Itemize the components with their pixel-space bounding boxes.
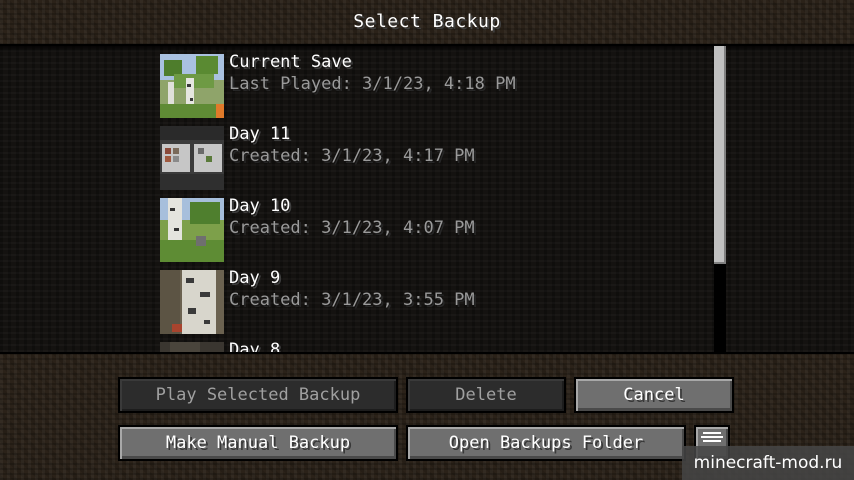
backup-name: Day 8 — [229, 340, 281, 354]
backup-name: Day 10 — [229, 196, 291, 216]
backup-name: Day 11 — [229, 124, 291, 144]
thumbnail-birch-grass-icon — [160, 198, 224, 262]
backup-row-day-11[interactable]: Day 11 Created: 3/1/23, 4:17 PM — [158, 118, 708, 190]
delete-button[interactable]: Delete — [406, 377, 566, 413]
thumbnail-dark-cave-icon — [160, 342, 224, 352]
backup-name: Day 9 — [229, 268, 281, 288]
backup-name: Current Save — [229, 52, 352, 72]
backup-date: Created: 3/1/23, 3:55 PM — [229, 290, 475, 310]
play-selected-backup-button[interactable]: Play Selected Backup — [118, 377, 398, 413]
thumbnail-birch-closeup-icon — [160, 270, 224, 334]
watermark: minecraft-mod.ru — [682, 446, 854, 480]
open-backups-folder-button[interactable]: Open Backups Folder — [406, 425, 686, 461]
backup-row-day-8[interactable]: Day 8 — [158, 334, 708, 354]
backup-date: Created: 3/1/23, 4:07 PM — [229, 218, 475, 238]
backup-date: Created: 3/1/23, 4:17 PM — [229, 146, 475, 166]
thumbnail-forest-birch-icon — [160, 54, 224, 118]
backup-row-current-save[interactable]: Current Save Last Played: 3/1/23, 4:18 P… — [158, 46, 708, 118]
make-manual-backup-button[interactable]: Make Manual Backup — [118, 425, 398, 461]
backup-row-day-9[interactable]: Day 9 Created: 3/1/23, 3:55 PM — [158, 262, 708, 334]
backup-list[interactable]: Current Save Last Played: 3/1/23, 4:18 P… — [0, 44, 854, 354]
screen-title: Select Backup — [353, 11, 501, 32]
backup-date: Last Played: 3/1/23, 4:18 PM — [229, 74, 516, 94]
cancel-button[interactable]: Cancel — [574, 377, 734, 413]
backup-row-day-10[interactable]: Day 10 Created: 3/1/23, 4:07 PM — [158, 190, 708, 262]
thumbnail-inventory-screen-icon — [160, 126, 224, 190]
scrollbar-thumb[interactable] — [714, 46, 726, 264]
